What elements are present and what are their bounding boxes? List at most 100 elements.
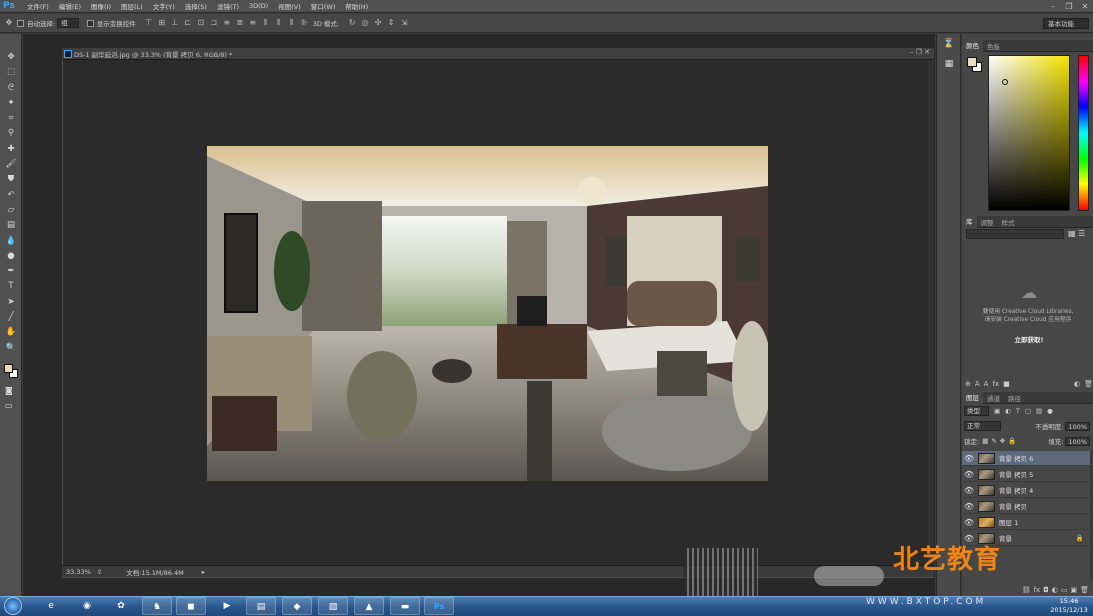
delete-layer-icon[interactable]: 🗑 — [1080, 586, 1089, 594]
library-dropdown[interactable] — [966, 229, 1064, 239]
quick-mask-icon[interactable]: ◙ — [5, 386, 13, 395]
lock-transparent-icon[interactable]: ▦ — [982, 437, 988, 445]
type-tool-icon[interactable]: T — [0, 279, 22, 294]
visibility-eye-icon[interactable]: 👁 — [962, 486, 976, 495]
add-graphic-icon[interactable]: ⊕ — [965, 380, 971, 388]
filter-toggle-icon[interactable]: ● — [1047, 407, 1053, 415]
move-tool-icon[interactable]: ✥ — [0, 50, 22, 65]
notes-icon[interactable]: ▧ — [318, 597, 348, 615]
add-paragraph-icon[interactable]: A — [984, 380, 989, 388]
align-top-icon[interactable]: ⊤ — [144, 18, 154, 28]
tab-adjustments[interactable]: 调整 — [977, 217, 998, 227]
layer-row[interactable]: 👁 背景 拷贝 — [962, 499, 1090, 514]
align-hcenter-icon[interactable]: ⊡ — [196, 18, 206, 28]
library-sync-icon[interactable]: ◐ — [1074, 380, 1080, 388]
3d-rotate-icon[interactable]: ↻ — [347, 18, 357, 28]
ie-icon[interactable]: e — [36, 597, 66, 615]
layer-filter-dropdown[interactable]: 类型 — [964, 405, 989, 416]
3d-pan-icon[interactable]: ✣ — [373, 18, 383, 28]
color-picker-field[interactable] — [988, 55, 1070, 211]
camera-app-icon[interactable]: ◼ — [176, 597, 206, 615]
menu-view[interactable]: 视图(V) — [273, 1, 306, 11]
add-character-style-icon[interactable]: A — [975, 380, 980, 388]
tab-styles[interactable]: 样式 — [998, 217, 1019, 227]
visibility-eye-icon[interactable]: 👁 — [962, 454, 976, 463]
color-picker-cursor[interactable] — [1002, 79, 1008, 85]
status-share-icon[interactable]: ⇪ — [97, 568, 102, 576]
distribute-vcenter-icon[interactable]: ≣ — [235, 18, 245, 28]
restore-icon[interactable]: ❐ — [1061, 2, 1077, 11]
menu-3d[interactable]: 3D(D) — [244, 2, 273, 10]
start-button[interactable] — [4, 597, 22, 615]
history-brush-tool-icon[interactable]: ↶ — [0, 188, 22, 203]
show-transform-option[interactable]: 显示变换控件 — [86, 18, 136, 28]
marquee-tool-icon[interactable]: ⬚ — [0, 65, 22, 80]
panel-foreground-swatch[interactable] — [967, 57, 977, 67]
close-icon[interactable]: ✕ — [1077, 2, 1093, 11]
canvas-image[interactable] — [207, 146, 768, 481]
zoom-level[interactable]: 33.33% — [66, 568, 91, 576]
menu-window[interactable]: 窗口(W) — [306, 1, 341, 11]
move-tool-preset-icon[interactable]: ✥ — [4, 18, 14, 28]
menu-help[interactable]: 帮助(H) — [340, 1, 373, 11]
lock-all-icon[interactable]: 🔒 — [1008, 437, 1016, 445]
visibility-eye-icon[interactable]: 👁 — [962, 518, 976, 527]
brush-tool-icon[interactable]: 🖌 — [0, 157, 22, 172]
menu-edit[interactable]: 编辑(E) — [54, 1, 86, 11]
link-layers-icon[interactable]: ⛓ — [1022, 586, 1031, 594]
filter-shape-icon[interactable]: ▢ — [1025, 407, 1031, 415]
foreground-color-swatch[interactable] — [4, 364, 13, 373]
align-vcenter-icon[interactable]: ⊞ — [157, 18, 167, 28]
tab-paths[interactable]: 路径 — [1004, 393, 1025, 403]
menu-type[interactable]: 文字(Y) — [148, 1, 180, 11]
library-delete-icon[interactable]: 🗑 — [1084, 380, 1093, 388]
filter-pixel-icon[interactable]: ▣ — [994, 407, 1000, 415]
tab-channels[interactable]: 通道 — [983, 393, 1004, 403]
zoom-tool-icon[interactable]: 🔍 — [0, 341, 22, 356]
properties-panel-icon[interactable]: ▦ — [937, 54, 961, 74]
grid-view-icon[interactable]: ▦ ☰ — [1068, 229, 1085, 238]
magic-wand-tool-icon[interactable]: ✦ — [0, 96, 22, 111]
document-window-controls[interactable]: – ❐ ✕ — [910, 48, 930, 56]
menu-image[interactable]: 图像(I) — [86, 1, 116, 11]
show-transform-checkbox[interactable] — [86, 19, 94, 27]
workspace-switcher[interactable]: 基本功能 — [1043, 17, 1089, 29]
visibility-eye-icon[interactable]: 👁 — [962, 470, 976, 479]
auto-select-checkbox[interactable] — [17, 19, 24, 27]
add-color-icon[interactable]: ■ — [1003, 380, 1010, 388]
distribute-bottom-icon[interactable]: ≡ — [248, 18, 258, 28]
get-it-now-link[interactable]: 立即获取! — [1006, 334, 1052, 344]
layer-row[interactable]: 👁 背景 拷贝 5 — [962, 467, 1090, 482]
clone-stamp-tool-icon[interactable]: ⛊ — [0, 172, 22, 187]
tab-color[interactable]: 颜色 — [962, 39, 983, 52]
app-icon[interactable]: ♞ — [142, 597, 172, 615]
path-selection-tool-icon[interactable]: ➤ — [0, 295, 22, 310]
blur-tool-icon[interactable]: 💧 — [0, 234, 22, 249]
network-icon[interactable]: ✿ — [106, 597, 136, 615]
healing-brush-tool-icon[interactable]: ✚ — [0, 142, 22, 157]
menu-filter[interactable]: 滤镜(T) — [212, 1, 244, 11]
photoshop-taskbar-icon[interactable]: Ps — [424, 597, 454, 615]
eraser-tool-icon[interactable]: ▱ — [0, 203, 22, 218]
lock-pixels-icon[interactable]: ✎ — [991, 437, 996, 445]
filter-adjustment-icon[interactable]: ◐ — [1005, 407, 1011, 415]
gradient-tool-icon[interactable]: ▤ — [0, 218, 22, 233]
lasso-tool-icon[interactable]: ᘓ — [0, 81, 22, 96]
explorer-icon[interactable]: ▤ — [246, 597, 276, 615]
filter-smart-icon[interactable]: ▤ — [1036, 407, 1042, 415]
auto-select-dropdown[interactable]: 组 — [57, 18, 79, 28]
layer-row[interactable]: 👁 背景 拷贝 4 — [962, 483, 1090, 498]
line-tool-icon[interactable]: ╱ — [0, 310, 22, 325]
visibility-eye-icon[interactable]: 👁 — [962, 502, 976, 511]
document-tab[interactable]: DS-1 副华延滔.jpg @ 33.3% (背景 拷贝 6, RGB/8) *… — [62, 48, 934, 60]
dodge-tool-icon[interactable]: ● — [0, 249, 22, 264]
new-group-icon[interactable]: ▭ — [1061, 586, 1068, 594]
new-fill-layer-icon[interactable]: ◐ — [1052, 586, 1058, 594]
add-mask-icon[interactable]: ◘ — [1043, 586, 1049, 594]
history-panel-icon[interactable]: ⌛ — [937, 34, 961, 54]
menu-layer[interactable]: 图层(L) — [116, 1, 148, 11]
browser-icon[interactable]: ◉ — [72, 597, 102, 615]
disk-app-icon[interactable]: ▬ — [390, 597, 420, 615]
layer-row[interactable]: 👁 图层 1 — [962, 515, 1090, 530]
align-bottom-icon[interactable]: ⊥ — [170, 18, 180, 28]
